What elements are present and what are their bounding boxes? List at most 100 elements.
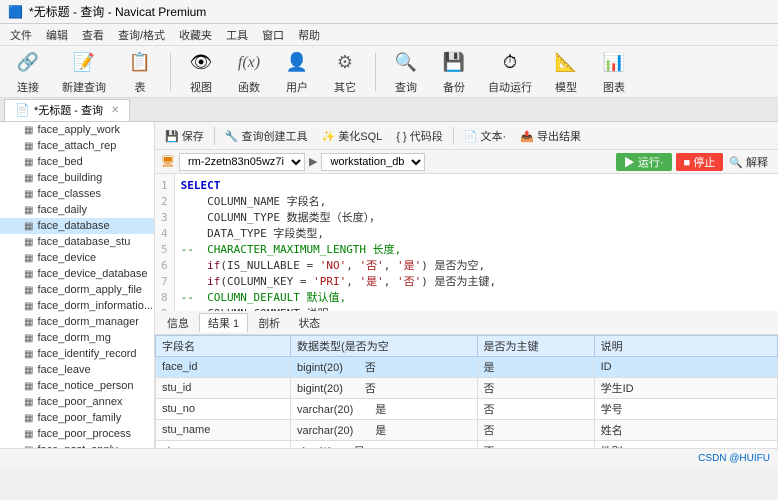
- sidebar-item-face-classes[interactable]: ▦ face_classes: [0, 186, 154, 202]
- table-row[interactable]: stu_name varchar(20) 是 否 姓名: [156, 420, 778, 441]
- toolbar-sep-1: [170, 53, 171, 91]
- stop-button[interactable]: ■ 停止: [676, 153, 724, 171]
- menu-query-format[interactable]: 查询/格式: [112, 25, 171, 45]
- query-tab[interactable]: 📄 *无标题 - 查询 ✕: [4, 99, 130, 121]
- sidebar-item-face-apply-work[interactable]: ▦ face_apply_work: [0, 122, 154, 138]
- sidebar-item-face-dorm-information[interactable]: ▦ face_dorm_informatio...: [0, 298, 154, 314]
- tab-result1[interactable]: 结果 1: [199, 313, 248, 332]
- table-small-icon: ▦: [24, 349, 33, 360]
- table-small-icon: ▦: [24, 221, 33, 232]
- sep2: [453, 127, 454, 145]
- autorun-icon: ⏱: [496, 49, 524, 77]
- tab-icon: 📄: [15, 103, 30, 117]
- chart-button[interactable]: 📊 图表: [594, 47, 634, 97]
- backup-button[interactable]: 💾 备份: [434, 47, 474, 97]
- database-select[interactable]: workstation_db: [321, 153, 425, 171]
- table-row[interactable]: stu_id bigint(20) 否 否 学生ID: [156, 378, 778, 399]
- model-icon: 📐: [552, 49, 580, 77]
- view-button[interactable]: 👁 视图: [181, 47, 221, 97]
- export-result-button[interactable]: 📤 导出结果: [516, 127, 585, 145]
- sidebar-item-face-attach-rep[interactable]: ▦ face_attach_rep: [0, 138, 154, 154]
- menu-view[interactable]: 查看: [76, 25, 110, 45]
- cell-field: stu_sex: [156, 441, 291, 449]
- menu-tools[interactable]: 工具: [220, 25, 254, 45]
- table-small-icon: ▦: [24, 141, 33, 152]
- model-button[interactable]: 📐 模型: [546, 47, 586, 97]
- col-header-field: 字段名: [156, 336, 291, 357]
- sidebar-item-face-notice-person[interactable]: ▦ face_notice_person: [0, 378, 154, 394]
- menu-edit[interactable]: 编辑: [40, 25, 74, 45]
- explain-button[interactable]: 🔍 解释: [725, 153, 772, 171]
- new-query-button[interactable]: 📝 新建查询: [56, 47, 112, 97]
- connection-select[interactable]: rm-2zetn83n05wz7i: [179, 153, 305, 171]
- connect-button[interactable]: 🔗 连接: [8, 47, 48, 97]
- table-small-icon: ▦: [24, 333, 33, 344]
- cell-type: varchar(20) 是: [291, 399, 478, 420]
- sidebar-item-face-poor-family[interactable]: ▦ face_poor_family: [0, 410, 154, 426]
- table-button[interactable]: 📋 表: [120, 47, 160, 97]
- table-small-icon: ▦: [24, 429, 33, 440]
- sql-editor: 1 2 3 4 5 6 7 8 9 SELECT COLUMN_NAME 字段名…: [155, 174, 778, 311]
- table-label: 表: [135, 79, 146, 95]
- save-button[interactable]: 💾 保存: [161, 127, 208, 145]
- sidebar-item-face-dorm-apply-file[interactable]: ▦ face_dorm_apply_file: [0, 282, 154, 298]
- results-tab-bar: 信息 结果 1 剖析 状态: [155, 311, 778, 335]
- query-button[interactable]: 🔍 查询: [386, 47, 426, 97]
- query-icon: 🔍: [392, 49, 420, 77]
- tab-info[interactable]: 信息: [159, 314, 197, 332]
- menu-favorites[interactable]: 收藏夹: [173, 25, 218, 45]
- table-icon: 📋: [126, 49, 154, 77]
- user-icon: 👤: [283, 49, 311, 77]
- query-builder-button[interactable]: 🔧 查询创建工具: [221, 127, 312, 145]
- table-row[interactable]: stu_no varchar(20) 是 否 学号: [156, 399, 778, 420]
- sidebar-item-face-daily[interactable]: ▦ face_daily: [0, 202, 154, 218]
- menu-file[interactable]: 文件: [4, 25, 38, 45]
- run-button[interactable]: ▶ 运行·: [616, 153, 672, 171]
- tab-status[interactable]: 状态: [290, 314, 328, 332]
- sidebar-item-face-building[interactable]: ▦ face_building: [0, 170, 154, 186]
- sidebar-item-face-identify-record[interactable]: ▦ face_identify_record: [0, 346, 154, 362]
- backup-label: 备份: [443, 79, 465, 95]
- cell-comment: ID: [594, 357, 777, 378]
- table-row[interactable]: face_id bigint(20) 否 是 ID: [156, 357, 778, 378]
- app-icon: 🟦: [8, 5, 23, 19]
- other-icon: ⚙: [331, 49, 359, 77]
- text-button[interactable]: 📄 文本·: [460, 127, 510, 145]
- menu-window[interactable]: 窗口: [256, 25, 290, 45]
- table-small-icon: ▦: [24, 317, 33, 328]
- function-icon: f(x): [235, 49, 263, 77]
- beautify-sql-button[interactable]: ✨ 美化SQL: [318, 127, 387, 145]
- user-button[interactable]: 👤 用户: [277, 47, 317, 97]
- sidebar-item-face-poor-process[interactable]: ▦ face_poor_process: [0, 426, 154, 442]
- connect-icon: 🔗: [14, 49, 42, 77]
- menu-help[interactable]: 帮助: [292, 25, 326, 45]
- data-table: 字段名 数据类型(是否为空 是否为主键 说明 face_id bigint(20…: [155, 335, 778, 448]
- tab-profiling[interactable]: 剖析: [250, 314, 288, 332]
- autorun-button[interactable]: ⏱ 自动运行: [482, 47, 538, 97]
- tab-bar: 📄 *无标题 - 查询 ✕: [0, 98, 778, 122]
- sidebar-item-face-dorm-manager[interactable]: ▦ face_dorm_manager: [0, 314, 154, 330]
- sidebar-item-face-leave[interactable]: ▦ face_leave: [0, 362, 154, 378]
- sidebar-item-face-poor-annex[interactable]: ▦ face_poor_annex: [0, 394, 154, 410]
- function-button[interactable]: f(x) 函数: [229, 47, 269, 97]
- other-button[interactable]: ⚙ 其它: [325, 47, 365, 97]
- table-small-icon: ▦: [24, 397, 33, 408]
- sidebar-item-face-database[interactable]: ▦ face_database: [0, 218, 154, 234]
- sidebar: ▦ face_apply_work ▦ face_attach_rep ▦ fa…: [0, 122, 155, 448]
- sidebar-item-face-device[interactable]: ▦ face_device: [0, 250, 154, 266]
- sidebar-item-face-device-database[interactable]: ▦ face_device_database: [0, 266, 154, 282]
- sidebar-item-face-bed[interactable]: ▦ face_bed: [0, 154, 154, 170]
- sidebar-item-face-database-stu[interactable]: ▦ face_database_stu: [0, 234, 154, 250]
- main-toolbar: 🔗 连接 📝 新建查询 📋 表 👁 视图 f(x) 函数 👤 用户 ⚙ 其它 🔍…: [0, 46, 778, 98]
- sql-content[interactable]: SELECT COLUMN_NAME 字段名, COLUMN_TYPE 数据类型…: [175, 174, 778, 311]
- sidebar-item-face-dorm-mg[interactable]: ▦ face_dorm_mg: [0, 330, 154, 346]
- code-snippet-button[interactable]: { } 代码段: [392, 127, 446, 145]
- function-label: 函数: [238, 79, 260, 95]
- sidebar-item-face-post-apply[interactable]: ▦ face_post_apply: [0, 442, 154, 448]
- tab-close-icon[interactable]: ✕: [111, 105, 119, 116]
- table-row[interactable]: stu_sex char(1) 是 否 性别: [156, 441, 778, 449]
- table-small-icon: ▦: [24, 445, 33, 449]
- col-header-type: 数据类型(是否为空: [291, 336, 478, 357]
- table-small-icon: ▦: [24, 413, 33, 424]
- other-label: 其它: [334, 79, 356, 95]
